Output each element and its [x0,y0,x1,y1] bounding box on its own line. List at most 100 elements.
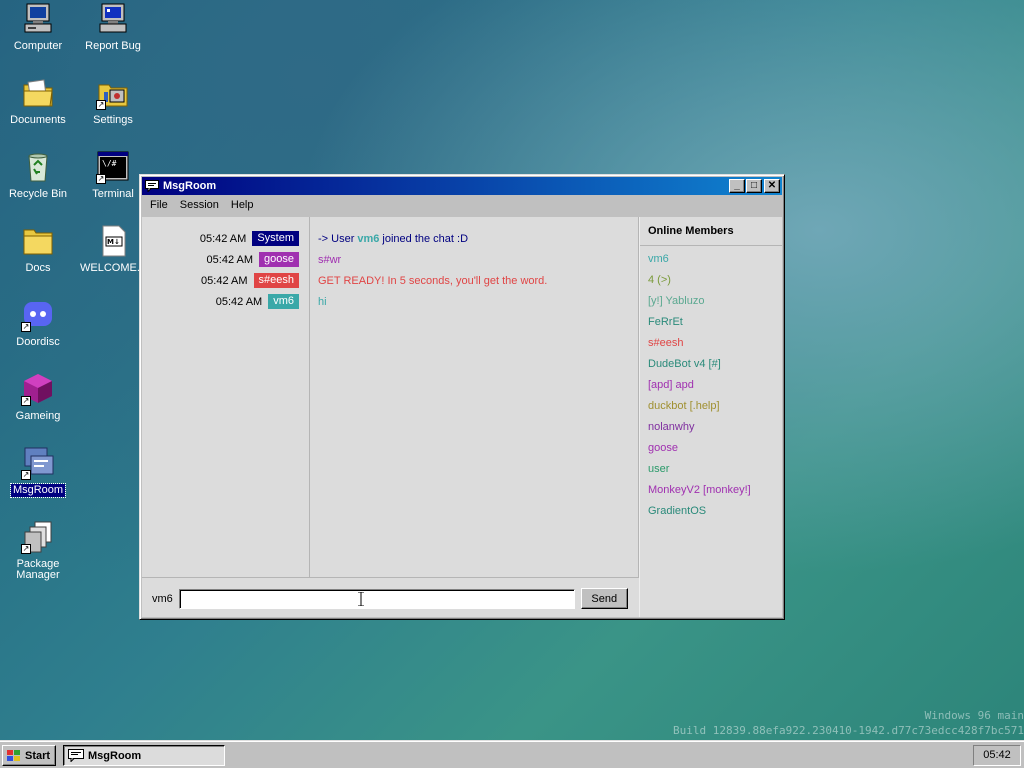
message-row: GET READY! In 5 seconds, you'll get the … [310,270,638,291]
username-badge[interactable]: s#eesh [253,273,299,288]
desktop-icon-msgroom[interactable]: ↗ MsgRoom [0,446,76,498]
recycle-bin-icon [21,150,55,184]
window-title: MsgRoom [163,180,217,192]
system-tray-clock[interactable]: 05:42 [973,745,1021,766]
desktop-icon-label: Terminal [92,188,134,200]
members-panel: Online Members vm6 4 (>) [y!] Yabluzo FeRrE… [639,217,782,617]
message-text: GET READY! In 5 seconds, you'll get the … [318,274,548,287]
text-cursor-icon [358,592,364,606]
minimize-icon: _ [734,180,740,191]
timestamp-row: 05:42 AM System [142,228,309,249]
desktop-icon-label: MsgRoom [9,483,67,498]
send-button[interactable]: Send [580,588,628,609]
desktop-icon-package-manager[interactable]: ↗ Package Manager [0,520,76,582]
message-row: s#wr [310,249,638,270]
desktop-icon-documents[interactable]: Documents [0,76,76,127]
package-manager-icon: ↗ [21,520,55,554]
shortcut-arrow-icon: ↗ [21,322,31,332]
desktop-icon-computer[interactable]: Computer [0,2,76,53]
member-item[interactable]: goose [640,438,782,459]
menu-bar: File Session Help [142,195,782,215]
menu-session[interactable]: Session [174,197,225,213]
message-time: 05:42 AM [215,295,263,308]
maximize-button[interactable]: □ [746,179,762,193]
report-bug-icon [96,2,130,36]
maximize-icon: □ [750,180,758,191]
member-item[interactable]: s#eesh [640,333,782,354]
svg-text:\/#: \/# [102,159,117,168]
desktop-icon-label: Doordisc [16,336,60,348]
watermark-line-1: Windows 96 main [924,709,1024,722]
menu-file[interactable]: File [144,197,174,213]
msgroom-task-icon [68,749,84,763]
member-item[interactable]: MonkeyV2 [monkey!] [640,480,782,501]
member-item[interactable]: [apd] apd [640,375,782,396]
taskbar-item-msgroom[interactable]: MsgRoom [63,745,225,766]
member-item[interactable]: DudeBot v4 [#] [640,354,782,375]
system-message-text: joined the chat :D [382,232,469,245]
desktop-icon-docs[interactable]: Docs [0,224,76,275]
taskbar-item-label: MsgRoom [88,749,142,762]
desktop-icon-doordisc[interactable]: ↗ Doordisc [0,298,76,349]
window-titlebar[interactable]: MsgRoom _ □ ✕ [142,177,782,195]
member-item[interactable]: user [640,459,782,480]
shortcut-arrow-icon: ↗ [21,470,31,480]
close-button[interactable]: ✕ [764,179,780,193]
message-time: 05:42 AM [199,232,247,245]
desktop-icon-report-bug[interactable]: Report Bug [75,2,151,53]
desktop-icon-label: Settings [93,114,133,126]
message-input[interactable] [178,588,575,609]
doordisc-icon: ↗ [21,298,55,332]
member-item[interactable]: duckbot [.help] [640,396,782,417]
start-label: Start [25,749,51,762]
members-list: vm6 4 (>) [y!] Yabluzo FeRrEt s#eesh DudeBot … [640,246,782,522]
member-item[interactable]: nolanwhy [640,417,782,438]
username-badge[interactable]: goose [259,252,299,267]
desktop-icon-label: Gameing [15,410,61,422]
username-badge[interactable]: vm6 [268,294,299,309]
settings-icon: ↗ [96,76,130,110]
member-item[interactable]: FeRrEt [640,312,782,333]
member-item[interactable]: vm6 [640,249,782,270]
msgroom-icon: ↗ [21,446,55,480]
shortcut-arrow-icon: ↗ [21,544,31,554]
desktop-icon-gameing[interactable]: ↗ Gameing [0,372,76,423]
markdown-file-icon: M↓ [96,224,130,258]
desktop-icon-label: Recycle Bin [8,188,68,200]
system-message-user: vm6 [357,232,380,245]
start-button[interactable]: Start [2,745,56,766]
message-column: -> User vm6 joined the chat :D s#wr GET … [310,217,639,577]
msgroom-window[interactable]: MsgRoom _ □ ✕ File Session Help 05:42 AM… [139,174,785,620]
taskbar: Start MsgRoom 05:42 [0,740,1024,768]
shortcut-arrow-icon: ↗ [21,396,31,406]
message-list: -> User vm6 joined the chat :D s#wr GET … [310,217,638,312]
message-row: hi [310,291,638,312]
desktop-icon-label: Documents [10,114,66,126]
username-badge[interactable]: System [252,231,299,246]
desktop-icon-settings[interactable]: ↗ Settings [75,76,151,127]
message-text: s#wr [318,253,342,266]
watermark-line-2: Build 12839.88efa922.230410-1942.d77c73e… [673,724,1024,737]
close-icon: ✕ [767,180,777,191]
message-input-bar: vm6 Send [142,577,639,619]
members-title: Online Members [640,217,782,246]
member-item[interactable]: 4 (>) [640,270,782,291]
documents-folder-icon [21,76,55,110]
member-item[interactable]: [y!] Yabluzo [640,291,782,312]
nickname-label: vm6 [152,592,173,605]
member-item[interactable]: GradientOS [640,501,782,522]
system-message-prefix: -> User [318,232,355,245]
desktop-icon-recycle-bin[interactable]: Recycle Bin [0,150,76,201]
chat-content: 05:42 AM System 05:42 AM goose 05:42 AM s#ees… [142,217,782,617]
computer-icon [21,2,55,36]
start-logo-icon [6,749,22,763]
timestamp-row: 05:42 AM s#eesh [142,270,309,291]
minimize-button[interactable]: _ [729,179,745,193]
shortcut-arrow-icon: ↗ [96,174,106,184]
build-watermark: Windows 96 main Build 12839.88efa922.230… [624,708,1024,738]
desktop-icon-label: Report Bug [85,40,141,52]
timestamp-row: 05:42 AM vm6 [142,291,309,312]
menu-help[interactable]: Help [225,197,260,213]
message-time: 05:42 AM [201,274,248,287]
desktop-icon-label: WELCOME... [79,262,146,274]
